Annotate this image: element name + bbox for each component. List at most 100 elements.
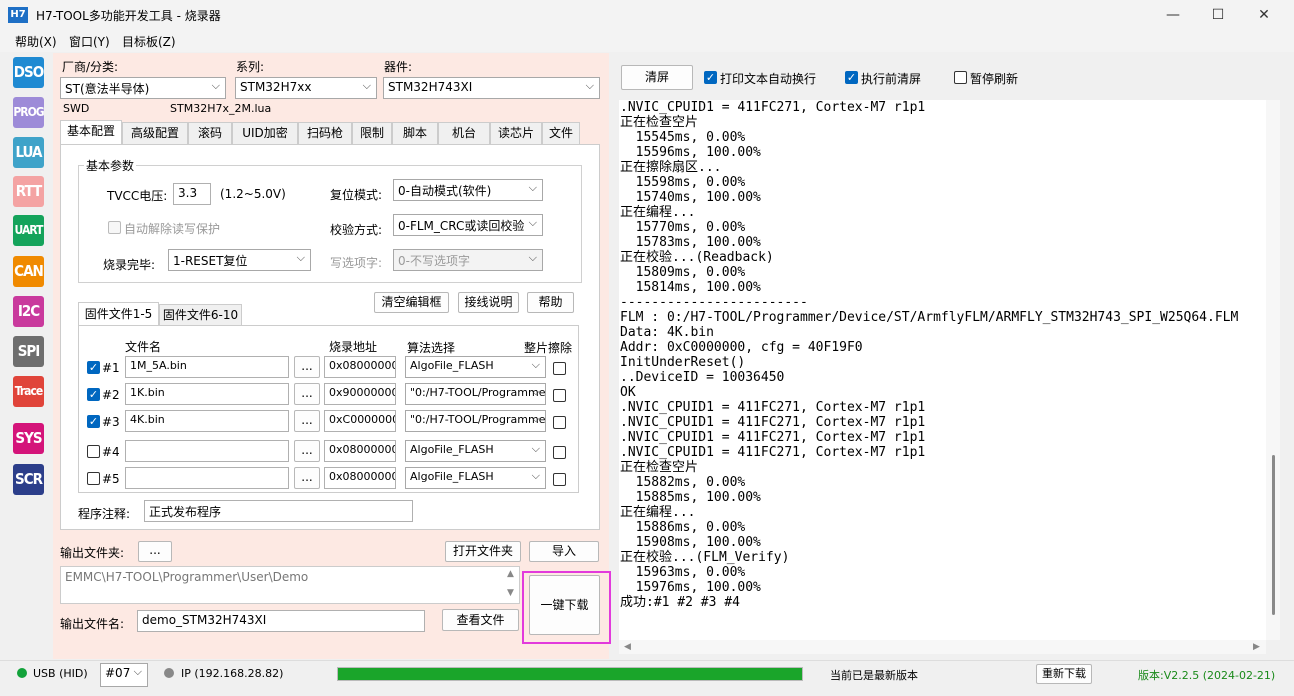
tool-prog-button[interactable]: PROG: [13, 97, 45, 128]
tab-machine[interactable]: 机台: [438, 122, 490, 144]
file-enable-checkbox[interactable]: ✓: [87, 415, 100, 428]
file-address-input[interactable]: 0x90000000: [324, 383, 396, 405]
reset-mode-select[interactable]: 0-自动模式(软件) ⌵: [393, 179, 543, 201]
file-algorithm-select[interactable]: AlgoFile_FLASH ⌵: [405, 467, 546, 489]
series-select[interactable]: STM32H7xx ⌵: [235, 77, 377, 99]
comment-input[interactable]: 正式发布程序: [144, 500, 413, 522]
menu-target[interactable]: 目标板(Z): [122, 33, 176, 50]
usb-status: USB (HID): [33, 667, 88, 680]
file-algorithm-select[interactable]: "0:/H7-TOOL/Programme ⌵: [405, 410, 546, 432]
file-name-input[interactable]: [125, 467, 289, 489]
file-name-input[interactable]: [125, 440, 289, 462]
file-enable-checkbox[interactable]: [87, 445, 100, 458]
output-name-input[interactable]: demo_STM32H743XI: [137, 610, 425, 632]
tool-lua-button[interactable]: LUA: [13, 137, 44, 168]
log-line: 15976ms, 100.00%: [620, 580, 761, 595]
file-enable-checkbox[interactable]: [87, 472, 100, 485]
part-select[interactable]: STM32H743XI ⌵: [383, 77, 600, 99]
tab-rolling-code[interactable]: 滚码: [188, 122, 232, 144]
scroll-left-icon[interactable]: ◀: [624, 642, 631, 652]
tvcc-input[interactable]: 3.3: [173, 183, 211, 205]
tab-file[interactable]: 文件: [542, 122, 580, 144]
tab-basic[interactable]: 基本配置: [60, 120, 122, 144]
file-browse-button[interactable]: ...: [294, 440, 320, 462]
file-name-input[interactable]: 1K.bin: [125, 383, 289, 405]
tab-uid-encrypt[interactable]: UID加密: [232, 122, 298, 144]
import-button[interactable]: 导入: [529, 541, 599, 562]
tool-can-button[interactable]: CAN: [13, 256, 44, 287]
file-algorithm-select[interactable]: AlgoFile_FLASH ⌵: [405, 356, 546, 378]
file-browse-button[interactable]: ...: [294, 383, 320, 405]
file-browse-button[interactable]: ...: [294, 467, 320, 489]
scroll-up-icon[interactable]: ▲: [507, 569, 514, 579]
file-address-input[interactable]: 0x08000000: [324, 440, 396, 462]
scroll-down-icon[interactable]: ▼: [507, 588, 514, 598]
file-enable-checkbox[interactable]: ✓: [87, 388, 100, 401]
menu-window[interactable]: 窗口(Y): [69, 33, 110, 50]
file-algorithm-select[interactable]: AlgoFile_FLASH ⌵: [405, 440, 546, 462]
browse-folder-button[interactable]: ...: [138, 541, 172, 562]
scroll-right-icon[interactable]: ▶: [1253, 642, 1260, 652]
tab-scanner[interactable]: 扫码枪: [298, 122, 352, 144]
file-name-input[interactable]: 1M_5A.bin: [125, 356, 289, 378]
tab-limit[interactable]: 限制: [352, 122, 392, 144]
log-hscrollbar[interactable]: [619, 640, 1266, 654]
tool-sys-button[interactable]: SYS: [13, 423, 44, 454]
tool-uart-button[interactable]: UART: [13, 215, 44, 246]
full-erase-checkbox[interactable]: [553, 473, 566, 486]
reset-mode-label: 复位模式:: [330, 188, 383, 202]
tab-script[interactable]: 脚本: [392, 122, 438, 144]
wiring-help-button[interactable]: 接线说明: [458, 292, 519, 313]
tab-advanced[interactable]: 高级配置: [122, 122, 188, 144]
tool-trace-button[interactable]: Trace: [13, 376, 44, 407]
verify-mode-select[interactable]: 0-FLM_CRC或读回校验 ⌵: [393, 214, 543, 236]
vendor-select[interactable]: ST(意法半导体) ⌵: [60, 77, 226, 99]
auto-unlock-checkbox[interactable]: [108, 221, 121, 234]
file-algorithm-select[interactable]: "0:/H7-TOOL/Programme ⌵: [405, 383, 546, 405]
clear-before-run-checkbox[interactable]: ✓: [845, 71, 858, 84]
maximize-button[interactable]: ☐: [1195, 0, 1241, 30]
on-complete-select[interactable]: 1-RESET复位 ⌵: [168, 249, 311, 271]
option-bytes-select[interactable]: 0-不写选项字 ⌵: [393, 249, 543, 271]
chevron-down-icon: ⌵: [528, 251, 537, 264]
tab-files-1-5[interactable]: 固件文件1-5: [78, 302, 159, 326]
open-folder-button[interactable]: 打开文件夹: [445, 541, 521, 562]
one-click-download-button[interactable]: 一键下载: [529, 575, 600, 635]
file-address-input[interactable]: 0x08000000: [324, 356, 396, 378]
log-vscroll-thumb[interactable]: [1272, 455, 1275, 615]
clear-editor-button[interactable]: 清空编辑框: [374, 292, 449, 313]
file-address-input[interactable]: 0x08000000: [324, 467, 396, 489]
menu-help[interactable]: 帮助(X): [15, 33, 57, 50]
wrap-text-checkbox[interactable]: ✓: [704, 71, 717, 84]
view-file-button[interactable]: 查看文件: [442, 609, 519, 631]
port-select[interactable]: #07 ⌵: [100, 663, 148, 687]
full-erase-checkbox[interactable]: [553, 362, 566, 375]
tab-read-chip[interactable]: 读芯片: [490, 122, 542, 144]
usb-status-icon: [17, 668, 27, 678]
tool-rtt-button[interactable]: RTT: [13, 176, 44, 207]
file-index: #4: [102, 445, 120, 459]
tool-dso-button[interactable]: DSO: [13, 57, 44, 88]
tool-spi-button[interactable]: SPI: [13, 336, 44, 367]
output-path-textarea[interactable]: EMMC\H7-TOOL\Programmer\User\Demo: [60, 566, 520, 604]
log-output[interactable]: .NVIC_CPUID1 = 411FC271, Cortex-M7 r1p1 正…: [619, 100, 1266, 640]
redownload-button[interactable]: 重新下载: [1036, 664, 1092, 684]
tool-i2c-button[interactable]: I2C: [13, 296, 44, 327]
clear-log-button[interactable]: 清屏: [621, 65, 693, 90]
app-icon: H7: [8, 7, 28, 23]
file-browse-button[interactable]: ...: [294, 410, 320, 432]
progress-fill: [338, 668, 802, 680]
help-button[interactable]: 帮助: [527, 292, 574, 313]
tool-scr-button[interactable]: SCR: [13, 464, 44, 495]
pause-refresh-checkbox[interactable]: [954, 71, 967, 84]
file-address-input[interactable]: 0xC0000000: [324, 410, 396, 432]
minimize-button[interactable]: —: [1150, 0, 1196, 30]
full-erase-checkbox[interactable]: [553, 446, 566, 459]
file-name-input[interactable]: 4K.bin: [125, 410, 289, 432]
full-erase-checkbox[interactable]: [553, 389, 566, 402]
file-enable-checkbox[interactable]: ✓: [87, 361, 100, 374]
close-button[interactable]: ✕: [1241, 0, 1287, 30]
full-erase-checkbox[interactable]: [553, 416, 566, 429]
file-browse-button[interactable]: ...: [294, 356, 320, 378]
tab-files-6-10[interactable]: 固件文件6-10: [159, 304, 242, 326]
